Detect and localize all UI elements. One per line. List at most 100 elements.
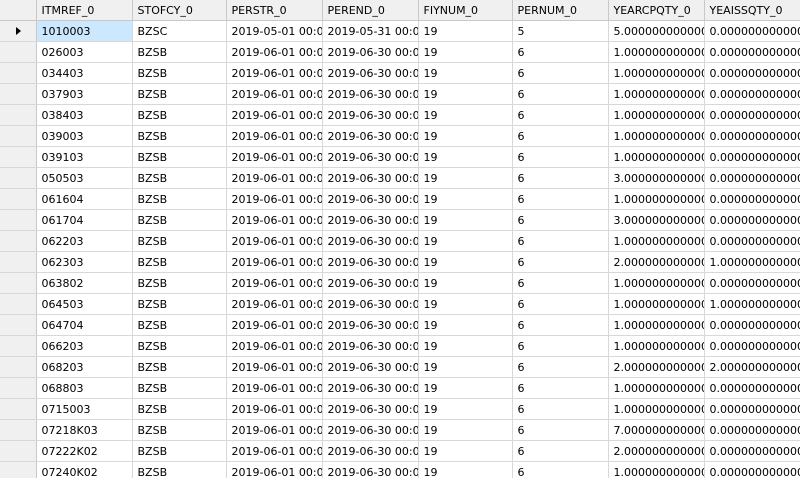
cell-stofcy[interactable]: BZSB <box>132 104 227 126</box>
cell-yearcpqty[interactable]: 1.0000000000000 <box>608 41 705 63</box>
cell-pernum[interactable]: 6 <box>512 440 609 462</box>
cell-yearcpqty[interactable]: 3.0000000000000 <box>608 209 705 231</box>
cell-yearcpqty[interactable]: 1.0000000000000 <box>608 83 705 105</box>
cell-yeaissqty[interactable]: 0.0000000000000 <box>704 314 800 336</box>
cell-yeaissqty[interactable]: 0.0000000000000 <box>704 83 800 105</box>
cell-perstr[interactable]: 2019-06-01 00:0... <box>226 293 323 315</box>
cell-pernum[interactable]: 6 <box>512 83 609 105</box>
cell-pernum[interactable]: 6 <box>512 62 609 84</box>
cell-perend[interactable]: 2019-06-30 00:0... <box>322 41 419 63</box>
cell-fiynum[interactable]: 19 <box>418 398 513 420</box>
cell-yearcpqty[interactable]: 1.0000000000000 <box>608 188 705 210</box>
cell-itmref[interactable]: 061604 <box>36 188 133 210</box>
table-row[interactable]: 061704BZSB2019-06-01 00:0...2019-06-30 0… <box>0 209 800 231</box>
cell-yeaissqty[interactable]: 0.0000000000000 <box>704 167 800 189</box>
cell-perstr[interactable]: 2019-06-01 00:0... <box>226 461 323 478</box>
cell-perend[interactable]: 2019-05-31 00:0... <box>322 20 419 42</box>
cell-yearcpqty[interactable]: 1.0000000000000 <box>608 125 705 147</box>
cell-yeaissqty[interactable]: 0.0000000000000 <box>704 104 800 126</box>
cell-stofcy[interactable]: BZSB <box>132 377 227 399</box>
cell-yeaissqty[interactable]: 0.0000000000000 <box>704 41 800 63</box>
cell-pernum[interactable]: 6 <box>512 293 609 315</box>
cell-yeaissqty[interactable]: 0.0000000000000 <box>704 377 800 399</box>
row-header[interactable] <box>0 230 37 252</box>
row-header[interactable] <box>0 461 37 478</box>
cell-perend[interactable]: 2019-06-30 00:0... <box>322 419 419 441</box>
cell-yearcpqty[interactable]: 1.0000000000000 <box>608 398 705 420</box>
cell-yeaissqty[interactable]: 0.0000000000000 <box>704 188 800 210</box>
cell-perend[interactable]: 2019-06-30 00:0... <box>322 251 419 273</box>
cell-yearcpqty[interactable]: 1.0000000000000 <box>608 104 705 126</box>
cell-itmref[interactable]: 07222K02 <box>36 440 133 462</box>
cell-pernum[interactable]: 6 <box>512 104 609 126</box>
cell-itmref[interactable]: 062303 <box>36 251 133 273</box>
cell-fiynum[interactable]: 19 <box>418 167 513 189</box>
table-row[interactable]: 068203BZSB2019-06-01 00:0...2019-06-30 0… <box>0 356 800 378</box>
cell-pernum[interactable]: 6 <box>512 251 609 273</box>
cell-perend[interactable]: 2019-06-30 00:0... <box>322 461 419 478</box>
row-header[interactable] <box>0 188 37 210</box>
cell-itmref[interactable]: 064704 <box>36 314 133 336</box>
row-header[interactable] <box>0 419 37 441</box>
cell-itmref[interactable]: 063802 <box>36 272 133 294</box>
cell-itmref[interactable]: 026003 <box>36 41 133 63</box>
cell-pernum[interactable]: 6 <box>512 167 609 189</box>
cell-perend[interactable]: 2019-06-30 00:0... <box>322 62 419 84</box>
cell-stofcy[interactable]: BZSB <box>132 398 227 420</box>
table-row[interactable]: 07240K02BZSB2019-06-01 00:0...2019-06-30… <box>0 461 800 478</box>
cell-stofcy[interactable]: BZSB <box>132 125 227 147</box>
cell-perend[interactable]: 2019-06-30 00:0... <box>322 125 419 147</box>
cell-itmref[interactable]: 061704 <box>36 209 133 231</box>
cell-pernum[interactable]: 6 <box>512 209 609 231</box>
cell-stofcy[interactable]: BZSB <box>132 188 227 210</box>
column-header-yeaissqty[interactable]: YEAISSQTY_0 <box>704 0 800 21</box>
table-row[interactable]: 026003BZSB2019-06-01 00:0...2019-06-30 0… <box>0 41 800 63</box>
cell-fiynum[interactable]: 19 <box>418 272 513 294</box>
cell-itmref[interactable]: 066203 <box>36 335 133 357</box>
table-row[interactable]: 062303BZSB2019-06-01 00:0...2019-06-30 0… <box>0 251 800 273</box>
cell-stofcy[interactable]: BZSB <box>132 461 227 478</box>
cell-yeaissqty[interactable]: 2.0000000000000 <box>704 356 800 378</box>
cell-fiynum[interactable]: 19 <box>418 209 513 231</box>
cell-perstr[interactable]: 2019-06-01 00:0... <box>226 335 323 357</box>
table-row[interactable]: 063802BZSB2019-06-01 00:0...2019-06-30 0… <box>0 272 800 294</box>
cell-perstr[interactable]: 2019-06-01 00:0... <box>226 104 323 126</box>
table-row[interactable]: 0715003BZSB2019-06-01 00:0...2019-06-30 … <box>0 398 800 420</box>
cell-perstr[interactable]: 2019-06-01 00:0... <box>226 188 323 210</box>
cell-fiynum[interactable]: 19 <box>418 188 513 210</box>
cell-yeaissqty[interactable]: 0.0000000000000 <box>704 62 800 84</box>
cell-pernum[interactable]: 6 <box>512 461 609 478</box>
cell-fiynum[interactable]: 19 <box>418 293 513 315</box>
row-header[interactable] <box>0 209 37 231</box>
cell-fiynum[interactable]: 19 <box>418 461 513 478</box>
cell-yearcpqty[interactable]: 1.0000000000000 <box>608 461 705 478</box>
table-row[interactable]: 068803BZSB2019-06-01 00:0...2019-06-30 0… <box>0 377 800 399</box>
cell-perend[interactable]: 2019-06-30 00:0... <box>322 293 419 315</box>
table-row[interactable]: 066203BZSB2019-06-01 00:0...2019-06-30 0… <box>0 335 800 357</box>
row-header[interactable] <box>0 83 37 105</box>
column-header-itmref[interactable]: ITMREF_0 <box>36 0 133 21</box>
cell-stofcy[interactable]: BZSB <box>132 419 227 441</box>
cell-stofcy[interactable]: BZSB <box>132 272 227 294</box>
cell-fiynum[interactable]: 19 <box>418 314 513 336</box>
cell-itmref[interactable]: 034403 <box>36 62 133 84</box>
cell-perstr[interactable]: 2019-06-01 00:0... <box>226 440 323 462</box>
cell-fiynum[interactable]: 19 <box>418 251 513 273</box>
cell-yeaissqty[interactable]: 1.0000000000000 <box>704 251 800 273</box>
cell-yearcpqty[interactable]: 1.0000000000000 <box>608 293 705 315</box>
table-row[interactable]: 062203BZSB2019-06-01 00:0...2019-06-30 0… <box>0 230 800 252</box>
cell-itmref[interactable]: 0715003 <box>36 398 133 420</box>
cell-perstr[interactable]: 2019-06-01 00:0... <box>226 251 323 273</box>
cell-stofcy[interactable]: BZSB <box>132 230 227 252</box>
cell-pernum[interactable]: 6 <box>512 41 609 63</box>
cell-fiynum[interactable]: 19 <box>418 230 513 252</box>
column-header-perstr[interactable]: PERSTR_0 <box>226 0 323 21</box>
cell-itmref[interactable]: 068803 <box>36 377 133 399</box>
cell-yearcpqty[interactable]: 1.0000000000000 <box>608 377 705 399</box>
cell-yeaissqty[interactable]: 0.0000000000000 <box>704 398 800 420</box>
row-header[interactable] <box>0 125 37 147</box>
cell-pernum[interactable]: 6 <box>512 125 609 147</box>
cell-fiynum[interactable]: 19 <box>418 419 513 441</box>
cell-fiynum[interactable]: 19 <box>418 356 513 378</box>
cell-yearcpqty[interactable]: 1.0000000000000 <box>608 62 705 84</box>
